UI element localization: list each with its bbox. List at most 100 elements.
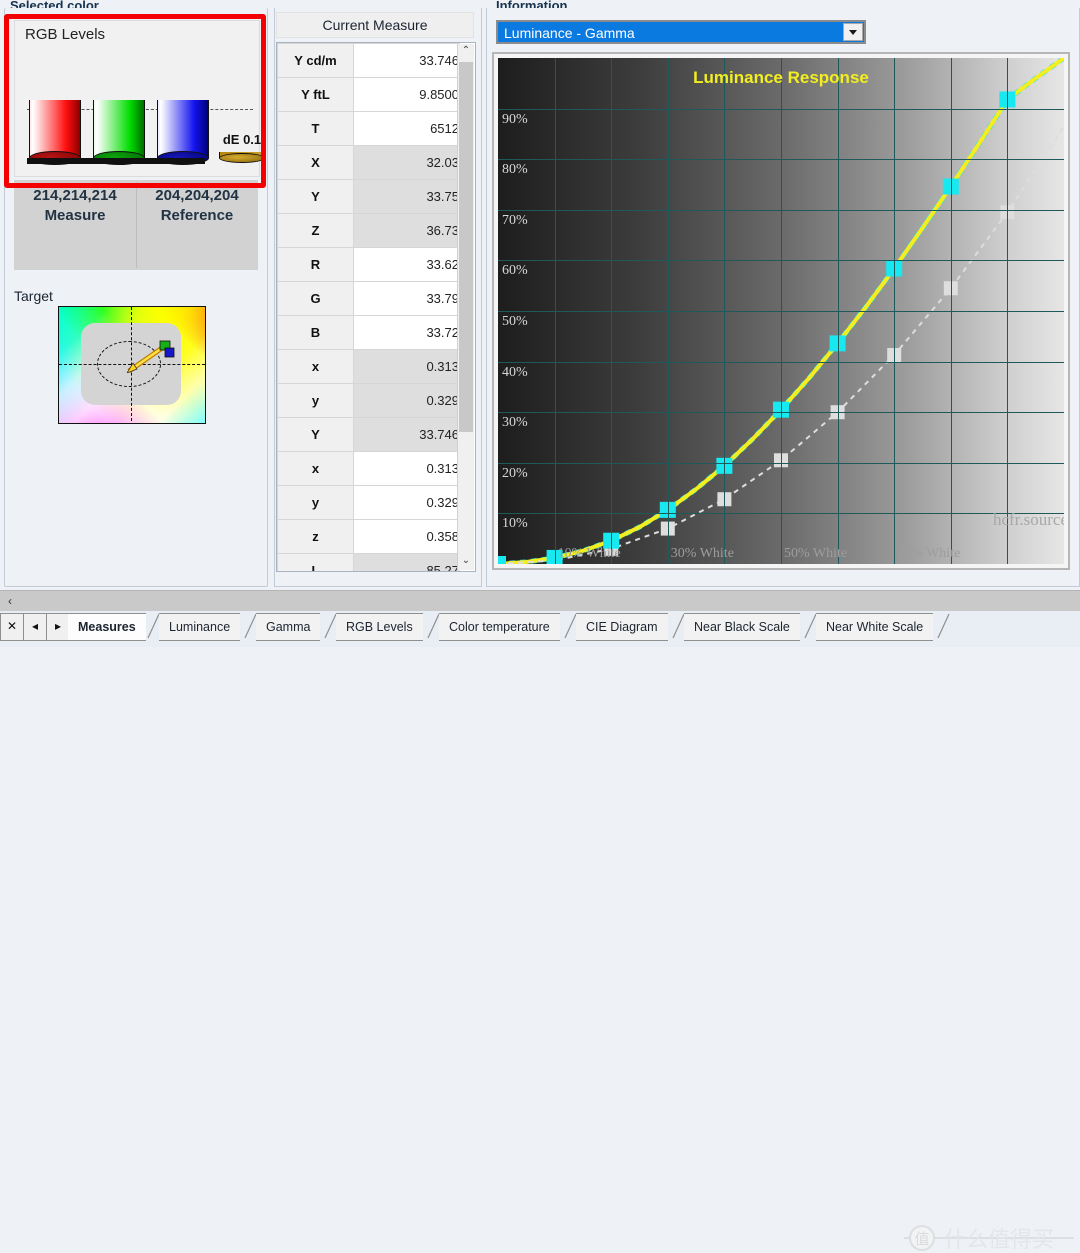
measure-table-body: Y cd/m33.746Y ftL9.8500T6512X32.03Y33.75… [277, 43, 460, 572]
measure-marker [498, 556, 506, 564]
table-cell-label: z [278, 520, 354, 554]
table-cell-label: Y ftL [278, 78, 354, 112]
table-cell-label: Y [278, 418, 354, 452]
gridline-horizontal [498, 311, 1064, 312]
table-cell-label: Y cd/m [278, 44, 354, 78]
table-row[interactable]: G33.79 [278, 282, 460, 316]
table-cell-label: R [278, 248, 354, 282]
table-row[interactable]: Y ftL9.8500 [278, 78, 460, 112]
current-measure-header: Current Measure [276, 12, 474, 38]
table-cell-label: L [278, 554, 354, 573]
y-tick-label: 10% [502, 516, 528, 532]
table-row[interactable]: Y33.75 [278, 180, 460, 214]
table-cell-value: 32.03 [354, 146, 460, 180]
svg-text:值: 值 [914, 1230, 929, 1248]
reference-caption: Reference [138, 206, 256, 226]
table-cell-value: 6512 [354, 112, 460, 146]
tab-rgb-levels[interactable]: RGB Levels [336, 613, 423, 641]
y-tick-label: 80% [502, 162, 528, 178]
selected-color-panel: Selected color RGB Levels 99.6% 100.1% 9… [0, 0, 272, 588]
luminance-response-chart[interactable]: Luminance Response 10%20%30%40%50%60%70%… [492, 52, 1070, 570]
table-cell-value: 33.746 [354, 44, 460, 78]
tab-color-temperature[interactable]: Color temperature [439, 613, 560, 641]
rgb-levels-highlight-box [4, 14, 266, 188]
tab-close-button[interactable]: ✕ [0, 613, 24, 641]
table-row[interactable]: x0.313 [278, 350, 460, 384]
table-cell-label: x [278, 452, 354, 486]
gridline-vertical [951, 58, 952, 564]
tab-near-white-scale[interactable]: Near White Scale [816, 613, 933, 641]
table-row[interactable]: X32.03 [278, 146, 460, 180]
table-cell-value: 33.746 [354, 418, 460, 452]
measure-caption: Measure [16, 206, 134, 226]
table-cell-label: Y [278, 180, 354, 214]
y-tick-label: 30% [502, 415, 528, 431]
tab-nav-buttons: ✕◂▸ [0, 613, 69, 639]
table-row[interactable]: T6512 [278, 112, 460, 146]
chart-title: Luminance Response [693, 68, 869, 88]
y-tick-label: 70% [502, 213, 528, 229]
table-row[interactable]: y0.329 [278, 384, 460, 418]
table-cell-value: 9.8500 [354, 78, 460, 112]
gridline-horizontal [498, 210, 1064, 211]
target-label: Target [14, 288, 53, 304]
gridline-horizontal [498, 260, 1064, 261]
y-tick-label: 50% [502, 314, 528, 330]
scrollbar-thumb[interactable] [459, 62, 473, 432]
target-inner-area [81, 323, 181, 405]
table-row[interactable]: R33.62 [278, 248, 460, 282]
y-tick-label: 90% [502, 112, 528, 128]
table-cell-value: 0.329 [354, 486, 460, 520]
target-delta-arrow [127, 339, 175, 373]
scroll-left-icon[interactable]: ‹ [2, 593, 18, 610]
tab-near-black-scale[interactable]: Near Black Scale [684, 613, 800, 641]
table-row[interactable]: Y cd/m33.746 [278, 44, 460, 78]
table-row[interactable]: z0.358 [278, 520, 460, 554]
table-cell-label: B [278, 316, 354, 350]
target-color-wheel[interactable] [58, 306, 206, 424]
table-row[interactable]: x0.313 [278, 452, 460, 486]
chevron-down-icon[interactable] [843, 23, 863, 41]
tab-gamma[interactable]: Gamma [256, 613, 320, 641]
x-tick-label: 50% White [784, 546, 847, 562]
table-cell-value: 85.27 [354, 554, 460, 573]
tab-prev-button[interactable]: ◂ [23, 613, 47, 641]
table-cell-value: 0.313 [354, 452, 460, 486]
table-cell-label: T [278, 112, 354, 146]
y-tick-label: 20% [502, 466, 528, 482]
table-cell-label: y [278, 486, 354, 520]
table-cell-value: 0.358 [354, 520, 460, 554]
table-row[interactable]: L85.27 [278, 554, 460, 573]
scroll-up-icon[interactable]: ⌃ [458, 44, 474, 60]
table-row[interactable]: Y33.746 [278, 418, 460, 452]
table-cell-value: 0.313 [354, 350, 460, 384]
measure-table[interactable]: Y cd/m33.746Y ftL9.8500T6512X32.03Y33.75… [276, 42, 476, 572]
view-select[interactable]: Luminance - Gamma [496, 20, 866, 44]
gridline-vertical [894, 58, 895, 564]
measure-divider [136, 182, 137, 268]
x-tick-label: 30% White [671, 546, 734, 562]
measure-reference-box: 214,214,214 Measure 204,204,204 Referenc… [14, 180, 258, 270]
table-cell-label: x [278, 350, 354, 384]
tab-next-button[interactable]: ▸ [46, 613, 70, 641]
table-cell-value: 33.72 [354, 316, 460, 350]
table-cell-label: Z [278, 214, 354, 248]
scroll-down-icon[interactable]: ⌄ [458, 554, 474, 570]
x-tick-label: 10% White [558, 546, 621, 562]
gridline-horizontal [498, 109, 1064, 110]
tab-cie-diagram[interactable]: CIE Diagram [576, 613, 668, 641]
tab-measures[interactable]: Measures [68, 613, 146, 641]
y-tick-label: 60% [502, 263, 528, 279]
information-panel: Information Luminance - Gamma Luminance … [484, 0, 1080, 588]
table-cell-value: 33.62 [354, 248, 460, 282]
current-measure-panel: Current Measure Y cd/m33.746Y ftL9.8500T… [272, 0, 484, 588]
table-row[interactable]: B33.72 [278, 316, 460, 350]
tab-luminance[interactable]: Luminance [159, 613, 240, 641]
horizontal-scrollbar[interactable]: ‹ [0, 590, 1080, 612]
table-row[interactable]: Z36.73 [278, 214, 460, 248]
tab-bar: ✕◂▸ Measures Luminance Gamma RGB Levels Colo… [0, 611, 1080, 647]
reference-rgb-value: 204,204,204 [138, 186, 256, 206]
table-row[interactable]: y0.329 [278, 486, 460, 520]
measure-table-scrollbar[interactable]: ⌃ ⌄ [457, 44, 474, 570]
gridline-horizontal [498, 159, 1064, 160]
